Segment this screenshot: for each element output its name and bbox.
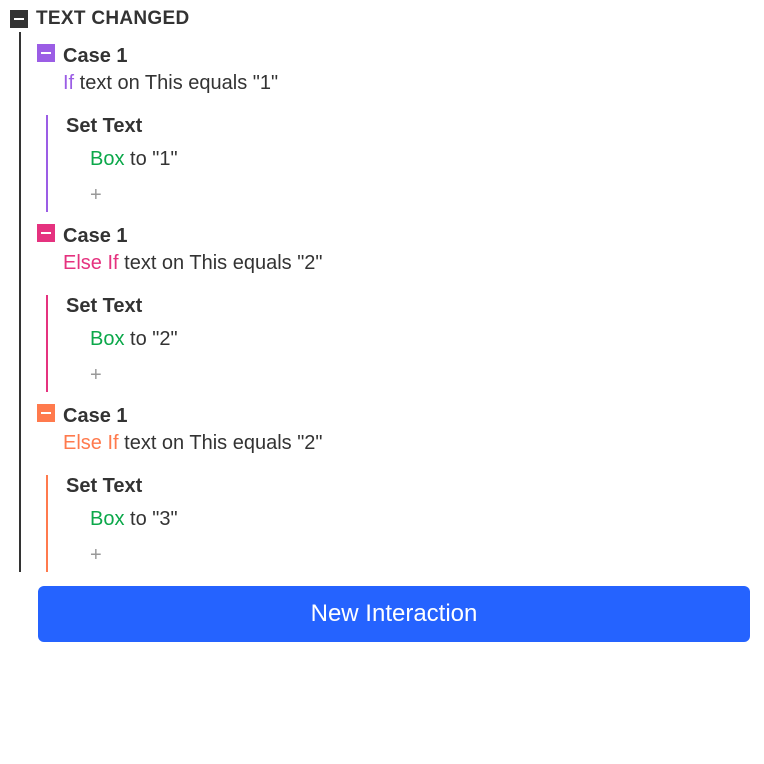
case-block[interactable]: Case 1 Else If text on This equals "2" S… (21, 392, 754, 572)
minus-icon (14, 18, 24, 20)
action-target: Box (90, 148, 124, 170)
case-condition: Else If text on This equals "2" (63, 249, 323, 277)
case-header: Case 1 If text on This equals "1" (37, 44, 754, 97)
event-body: Case 1 If text on This equals "1" Set Te… (19, 32, 754, 572)
plus-icon[interactable]: + (90, 544, 102, 566)
case-body: Set Text Box to "1" + (46, 115, 754, 212)
action-detail: Box to "1" (66, 148, 754, 171)
action-target: Box (90, 328, 124, 350)
action-detail: Box to "2" (66, 328, 754, 351)
condition-keyword: If (63, 72, 74, 94)
case-header: Case 1 Else If text on This equals "2" (37, 224, 754, 277)
plus-icon[interactable]: + (90, 364, 102, 386)
case-title: Case 1 (63, 44, 278, 68)
event-title: TEXT CHANGED (36, 8, 190, 30)
action-value: to "1" (124, 148, 177, 170)
collapse-icon[interactable] (10, 10, 28, 28)
action-title[interactable]: Set Text (66, 475, 754, 498)
action-title[interactable]: Set Text (66, 295, 754, 318)
add-action-row[interactable]: + (66, 365, 754, 392)
action-value: to "3" (124, 508, 177, 530)
condition-keyword: Else If (63, 252, 119, 274)
plus-icon[interactable]: + (90, 184, 102, 206)
case-block[interactable]: Case 1 If text on This equals "1" Set Te… (21, 32, 754, 212)
collapse-icon[interactable] (37, 404, 55, 422)
case-body: Set Text Box to "2" + (46, 295, 754, 392)
action-title[interactable]: Set Text (66, 115, 754, 138)
add-action-row[interactable]: + (66, 185, 754, 212)
case-title: Case 1 (63, 224, 323, 248)
case-body: Set Text Box to "3" + (46, 475, 754, 572)
case-block[interactable]: Case 1 Else If text on This equals "2" S… (21, 212, 754, 392)
minus-icon (41, 232, 51, 234)
case-condition: Else If text on This equals "2" (63, 429, 323, 457)
collapse-icon[interactable] (37, 224, 55, 242)
condition-text: text on This equals "1" (74, 72, 278, 94)
event-header[interactable]: TEXT CHANGED (10, 8, 754, 30)
condition-keyword: Else If (63, 432, 119, 454)
add-action-row[interactable]: + (66, 545, 754, 572)
case-header: Case 1 Else If text on This equals "2" (37, 404, 754, 457)
minus-icon (41, 52, 51, 54)
action-value: to "2" (124, 328, 177, 350)
new-interaction-button[interactable]: New Interaction (38, 586, 750, 642)
collapse-icon[interactable] (37, 44, 55, 62)
minus-icon (41, 412, 51, 414)
case-condition: If text on This equals "1" (63, 69, 278, 97)
case-title: Case 1 (63, 404, 323, 428)
condition-text: text on This equals "2" (119, 252, 323, 274)
condition-text: text on This equals "2" (119, 432, 323, 454)
action-target: Box (90, 508, 124, 530)
action-detail: Box to "3" (66, 508, 754, 531)
